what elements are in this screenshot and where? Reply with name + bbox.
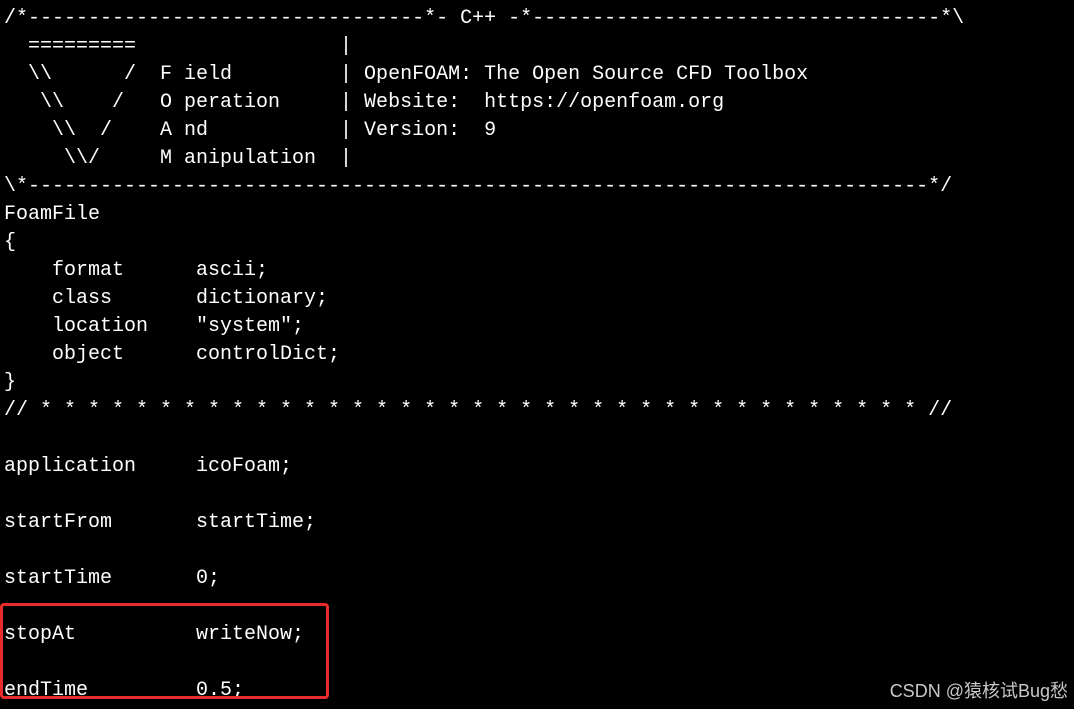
logo-line-1: ========= | (4, 35, 353, 58)
separator-comment: // * * * * * * * * * * * * * * * * * * *… (4, 399, 953, 422)
logo-line-operation: \\ / O peration | Website: https://openf… (4, 91, 725, 114)
logo-line-manipulation: \\/ M anipulation | (4, 147, 353, 170)
foamfile-keyword: FoamFile (4, 203, 101, 226)
logo-line-field: \\ / F ield | OpenFOAM: The Open Source … (4, 63, 809, 86)
object-entry: object controlDict; (4, 343, 341, 366)
header-bottom-border: \*--------------------------------------… (4, 175, 953, 198)
application-entry: application icoFoam; (4, 455, 293, 478)
highlight-box (0, 603, 329, 699)
startfrom-entry: startFrom startTime; (4, 511, 317, 534)
watermark: CSDN @猿核试Bug愁 (889, 681, 1068, 701)
header-top-border: /*---------------------------------*- C+… (4, 7, 965, 30)
class-entry: class dictionary; (4, 287, 329, 310)
starttime-entry: startTime 0; (4, 567, 221, 590)
logo-line-and: \\ / A nd | Version: 9 (4, 119, 497, 142)
close-brace: } (4, 371, 17, 394)
controldict-code: /*---------------------------------*- C+… (4, 5, 964, 705)
open-brace: { (4, 231, 17, 254)
terminal-window: /*---------------------------------*- C+… (0, 0, 1074, 709)
format-entry: format ascii; (4, 259, 269, 282)
location-entry: location "system"; (4, 315, 305, 338)
